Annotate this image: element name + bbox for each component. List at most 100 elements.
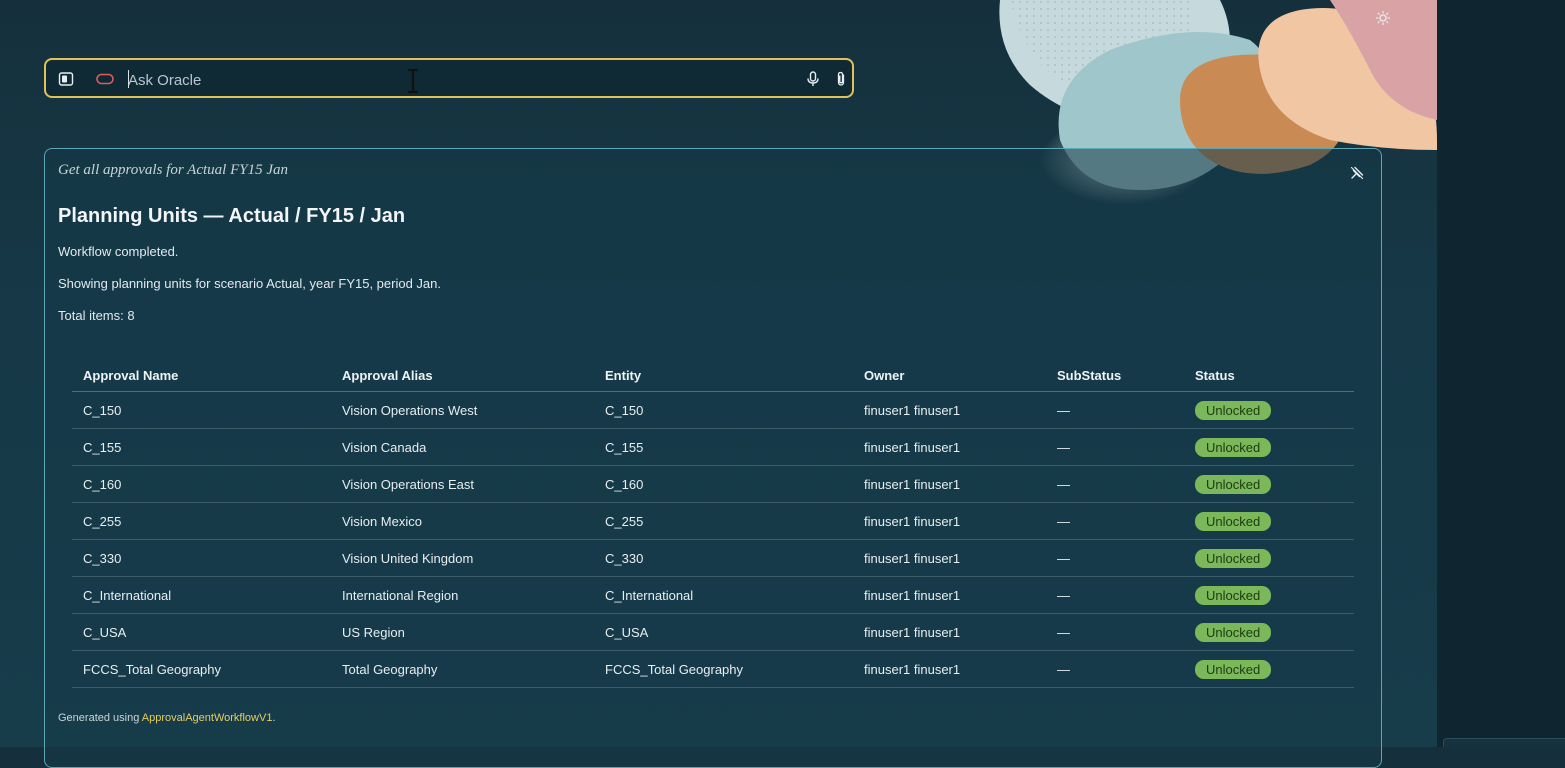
description-text: Showing planning units for scenario Actu… <box>58 276 442 291</box>
status-badge: Unlocked <box>1195 585 1272 605</box>
entity-cell: FCCS_Total Geography <box>594 650 853 688</box>
status-badge: Unlocked <box>1195 511 1272 531</box>
owner-cell: finuser1 finuser1 <box>853 576 1046 614</box>
owner-cell: finuser1 finuser1 <box>853 465 1046 503</box>
status-cell: Unlocked <box>1184 391 1354 429</box>
table-row: FCCS_Total Geography Total Geography FCC… <box>72 650 1354 688</box>
status-badge: Unlocked <box>1195 400 1272 420</box>
text-cursor-icon <box>408 68 418 94</box>
owner-cell: finuser1 finuser1 <box>853 428 1046 466</box>
table-row: C_150 Vision Operations West C_150 finus… <box>72 391 1354 429</box>
status-badge: Unlocked <box>1195 474 1272 494</box>
entity-cell: C_International <box>594 576 853 614</box>
pill-icon <box>96 73 114 85</box>
approval-name-cell: C_International <box>72 576 331 614</box>
owner-cell: finuser1 finuser1 <box>853 391 1046 429</box>
substatus-cell: — <box>1046 576 1184 614</box>
status-badge: Unlocked <box>1195 437 1272 457</box>
substatus-cell: — <box>1046 391 1184 429</box>
approval-name-cell: C_255 <box>72 502 331 540</box>
workflow-status-text: Workflow completed. <box>58 244 179 259</box>
unpin-button[interactable] <box>1348 164 1366 182</box>
table-row: C_255 Vision Mexico C_255 finuser1 finus… <box>72 502 1354 540</box>
status-cell: Unlocked <box>1184 539 1354 577</box>
footer-prefix: Generated using <box>58 712 142 724</box>
attach-button[interactable] <box>832 70 850 88</box>
right-side-panel <box>1437 0 1565 747</box>
sidebar-toggle-icon <box>58 72 74 86</box>
approval-name-cell: C_160 <box>72 465 331 503</box>
entity-cell: C_155 <box>594 428 853 466</box>
mode-button[interactable] <box>95 70 115 88</box>
ask-input[interactable] <box>126 66 810 94</box>
substatus-cell: — <box>1046 539 1184 577</box>
ask-bar <box>44 58 854 98</box>
approval-alias-cell: Vision Canada <box>331 428 594 466</box>
status-cell: Unlocked <box>1184 502 1354 540</box>
approval-alias-cell: Vision Operations West <box>331 391 594 429</box>
owner-cell: finuser1 finuser1 <box>853 613 1046 651</box>
table-row: C_155 Vision Canada C_155 finuser1 finus… <box>72 428 1354 466</box>
substatus-cell: — <box>1046 428 1184 466</box>
microphone-button[interactable] <box>804 70 822 88</box>
approval-name-cell: C_150 <box>72 391 331 429</box>
column-header-status: Status <box>1184 360 1354 392</box>
table-header-row: Approval Name Approval Alias Entity Owne… <box>72 360 1354 392</box>
approval-alias-cell: Vision Mexico <box>331 502 594 540</box>
column-header-entity: Entity <box>594 360 853 392</box>
column-header-substatus: SubStatus <box>1046 360 1184 392</box>
approval-alias-cell: Total Geography <box>331 650 594 688</box>
table-row: C_International International Region C_I… <box>72 576 1354 614</box>
approval-alias-cell: US Region <box>331 613 594 651</box>
status-cell: Unlocked <box>1184 650 1354 688</box>
table-row: C_USA US Region C_USA finuser1 finuser1 … <box>72 613 1354 651</box>
unpin-icon <box>1350 166 1364 180</box>
entity-cell: C_150 <box>594 391 853 429</box>
entity-cell: C_255 <box>594 502 853 540</box>
microphone-icon <box>807 71 819 86</box>
entity-cell: C_330 <box>594 539 853 577</box>
substatus-cell: — <box>1046 613 1184 651</box>
workflow-link[interactable]: ApprovalAgentWorkflowV1 <box>142 712 273 724</box>
status-badge: Unlocked <box>1195 622 1272 642</box>
table-row: C_330 Vision United Kingdom C_330 finuse… <box>72 539 1354 577</box>
approval-alias-cell: Vision United Kingdom <box>331 539 594 577</box>
total-items-text: Total items: 8 <box>58 308 135 323</box>
query-text: Get all approvals for Actual FY15 Jan <box>58 162 288 178</box>
text-caret <box>128 70 129 88</box>
owner-cell: finuser1 finuser1 <box>853 502 1046 540</box>
approvals-table: Approval Name Approval Alias Entity Owne… <box>72 360 1354 688</box>
paperclip-icon <box>837 71 845 86</box>
column-header-owner: Owner <box>853 360 1046 392</box>
generated-footer: Generated using ApprovalAgentWorkflowV1. <box>58 712 276 724</box>
substatus-cell: — <box>1046 502 1184 540</box>
owner-cell: finuser1 finuser1 <box>853 539 1046 577</box>
approval-name-cell: C_330 <box>72 539 331 577</box>
side-panel-tab[interactable] <box>1443 738 1565 747</box>
owner-cell: finuser1 finuser1 <box>853 650 1046 688</box>
status-cell: Unlocked <box>1184 576 1354 614</box>
status-cell: Unlocked <box>1184 428 1354 466</box>
approval-name-cell: C_155 <box>72 428 331 466</box>
result-title: Planning Units — Actual / FY15 / Jan <box>58 205 406 227</box>
approval-alias-cell: International Region <box>331 576 594 614</box>
status-badge: Unlocked <box>1195 548 1272 568</box>
approval-name-cell: C_USA <box>72 613 331 651</box>
result-panel: Get all approvals for Actual FY15 Jan Pl… <box>44 148 1382 768</box>
status-cell: Unlocked <box>1184 465 1354 503</box>
approval-alias-cell: Vision Operations East <box>331 465 594 503</box>
column-header-approval-alias: Approval Alias <box>331 360 594 392</box>
approval-name-cell: FCCS_Total Geography <box>72 650 331 688</box>
column-header-approval-name: Approval Name <box>72 360 331 392</box>
status-cell: Unlocked <box>1184 613 1354 651</box>
substatus-cell: — <box>1046 465 1184 503</box>
table-row: C_160 Vision Operations East C_160 finus… <box>72 465 1354 503</box>
entity-cell: C_160 <box>594 465 853 503</box>
theme-toggle-button[interactable] <box>1372 8 1394 28</box>
footer-suffix: . <box>272 712 276 724</box>
sidebar-toggle-button[interactable] <box>57 70 75 88</box>
entity-cell: C_USA <box>594 613 853 651</box>
status-badge: Unlocked <box>1195 659 1272 679</box>
sun-icon <box>1376 11 1390 25</box>
substatus-cell: — <box>1046 650 1184 688</box>
